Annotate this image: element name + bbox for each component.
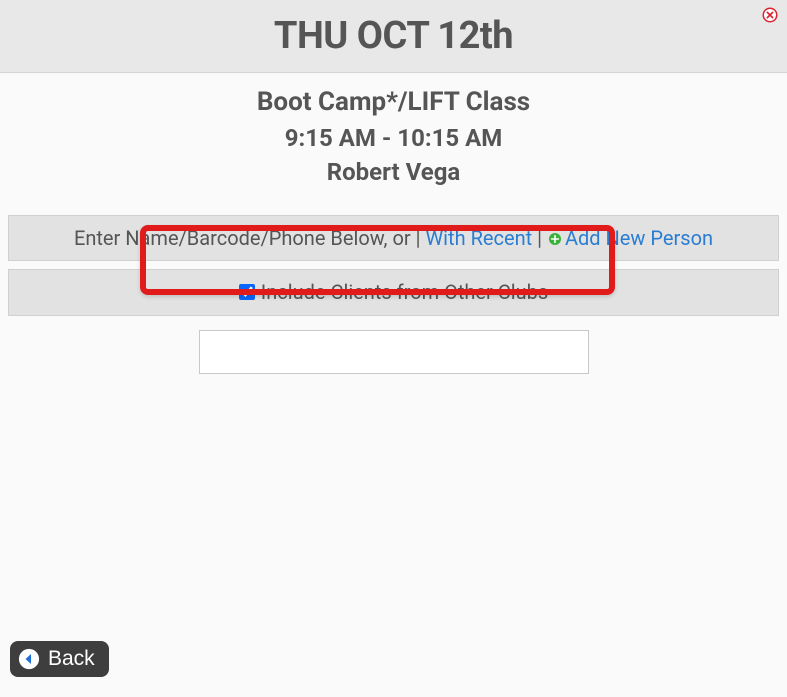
plus-icon xyxy=(547,231,563,247)
class-name: Boot Camp*/LIFT Class xyxy=(10,85,777,120)
header-bar: THU OCT 12th xyxy=(0,0,787,73)
date-title: THU OCT 12th xyxy=(10,14,777,58)
class-time: 9:15 AM - 10:15 AM xyxy=(10,122,777,154)
class-instructor: Robert Vega xyxy=(10,156,777,188)
include-clients-label[interactable]: Include Clients from Other Clubs xyxy=(239,280,548,304)
class-header: Boot Camp*/LIFT Class 9:15 AM - 10:15 AM… xyxy=(0,73,787,207)
close-icon[interactable] xyxy=(761,6,779,24)
search-prompt-row: Enter Name/Barcode/Phone Below, or | Wit… xyxy=(8,215,779,261)
search-input-wrap xyxy=(0,330,787,374)
separator: | xyxy=(416,226,426,250)
back-arrow-icon xyxy=(18,648,40,670)
separator: | xyxy=(537,226,547,250)
search-input[interactable] xyxy=(199,330,589,374)
search-prompt-text: Enter Name/Barcode/Phone Below, or xyxy=(74,226,411,250)
include-clients-text: Include Clients from Other Clubs xyxy=(261,280,548,304)
include-clients-row: Include Clients from Other Clubs xyxy=(8,269,779,316)
with-recent-link[interactable]: With Recent xyxy=(425,226,532,250)
back-button-label: Back xyxy=(48,647,95,671)
back-button[interactable]: Back xyxy=(10,641,109,677)
add-new-person-link[interactable]: Add New Person xyxy=(565,226,713,250)
include-clients-checkbox[interactable] xyxy=(239,284,255,300)
